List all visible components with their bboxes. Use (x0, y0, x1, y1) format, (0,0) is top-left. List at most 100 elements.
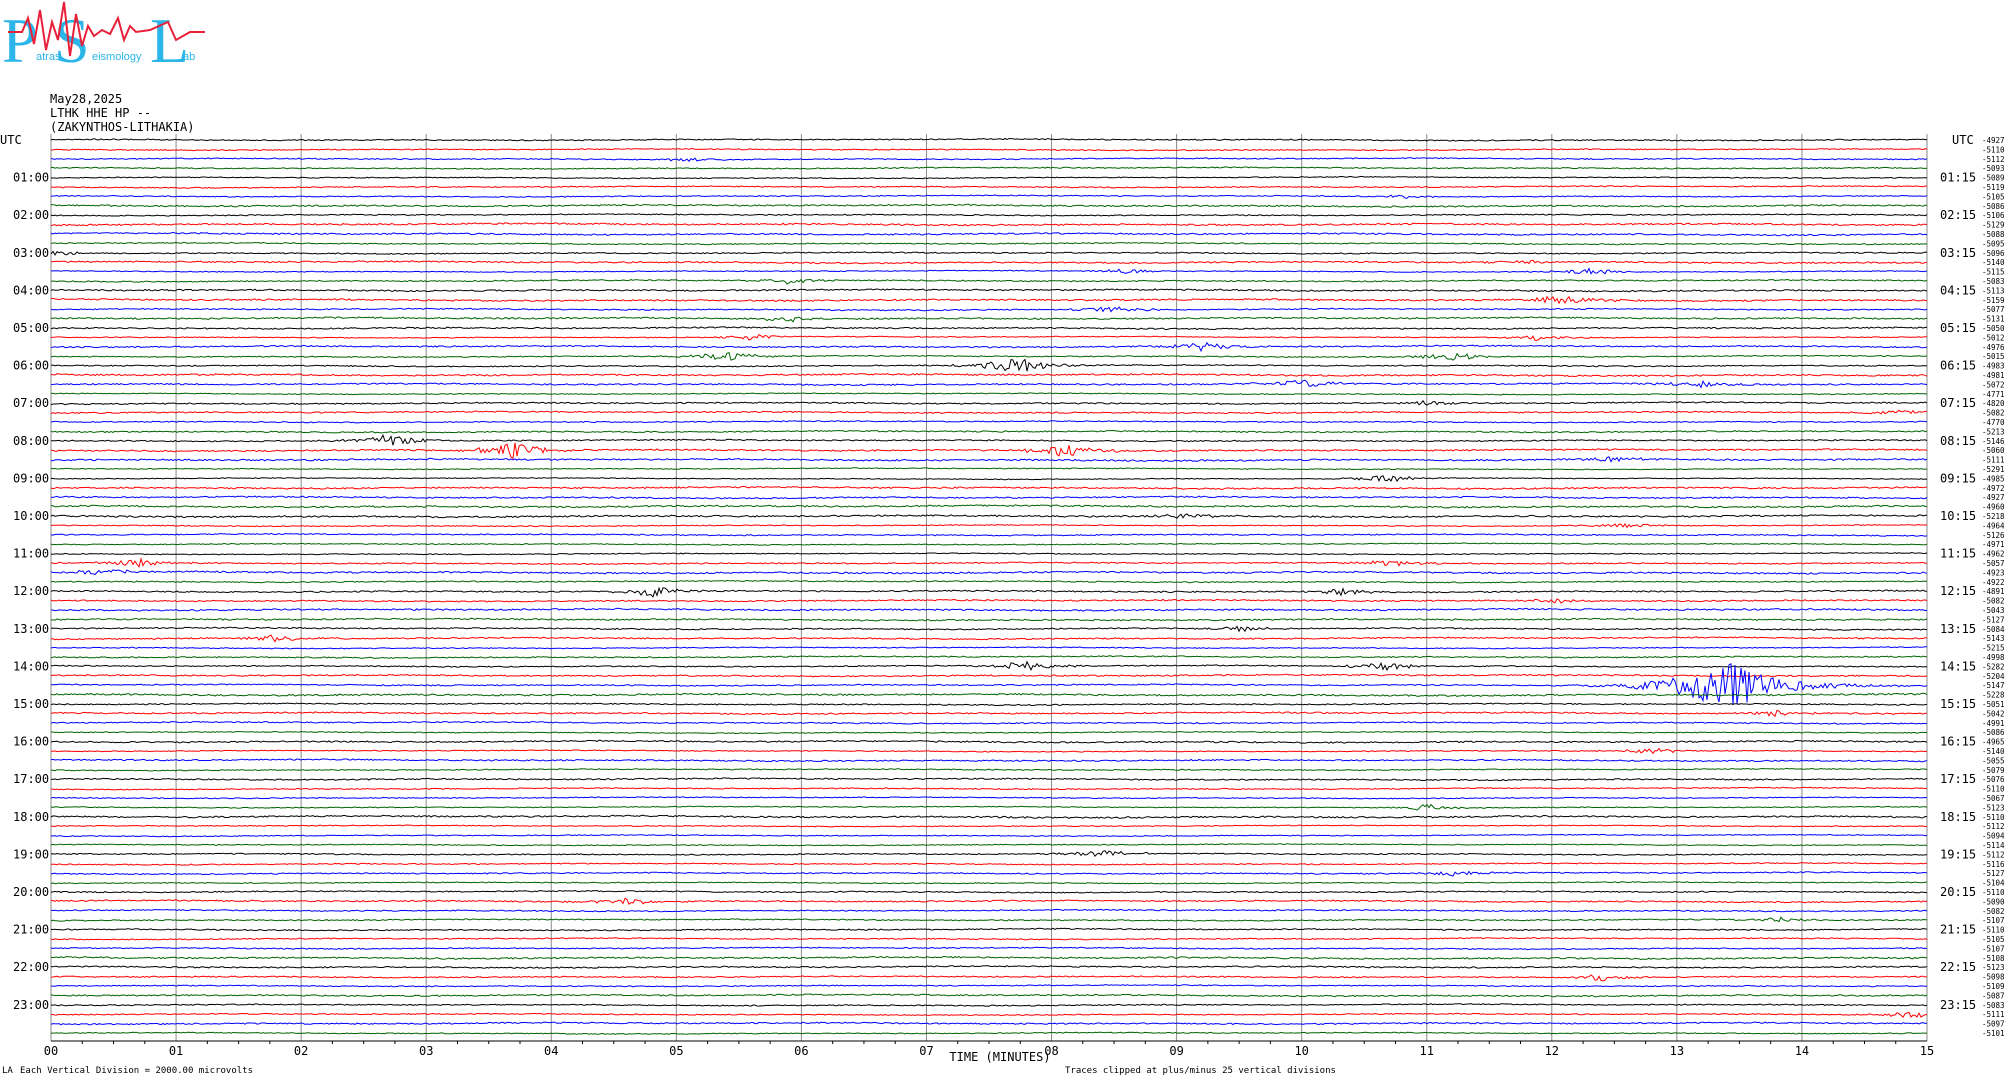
seismic-trace (50, 1011, 1928, 1019)
x-tick-label: 07 (919, 1044, 933, 1058)
seismic-trace (50, 739, 1928, 744)
seismic-trace (50, 222, 1928, 227)
seismic-trace (50, 777, 1928, 782)
trace-offset-label: -5123 (1982, 803, 2005, 812)
trace-offset-label: -5055 (1982, 756, 2005, 765)
trace-offset-label: -5129 (1982, 221, 2005, 230)
trace-offset-label: -5146 (1982, 437, 2005, 446)
seismic-trace (50, 814, 1928, 819)
seismic-trace (50, 889, 1927, 894)
trace-offset-label: -4965 (1982, 738, 2005, 747)
hour-label-left: 11:00 (13, 547, 49, 561)
x-tick-label: 02 (294, 1044, 308, 1058)
trace-offset-label: -4771 (1982, 390, 2005, 399)
seismic-trace (50, 586, 1927, 598)
seismic-trace (50, 955, 1928, 961)
hour-label-right: 02:15 (1940, 208, 1976, 222)
seismic-trace (50, 881, 1928, 885)
seismic-trace (50, 267, 1928, 275)
trace-offset-label: -5097 (1982, 1020, 2005, 1029)
seismic-trace (50, 185, 1928, 189)
seismic-trace (50, 850, 1928, 858)
seismic-trace (50, 442, 1928, 460)
seismic-trace (50, 569, 1928, 576)
trace-offset-label: -5082 (1982, 409, 2005, 418)
trace-offset-label: -4891 (1982, 587, 2005, 596)
seismic-trace (50, 702, 1928, 706)
trace-offset-label: -5042 (1982, 709, 2005, 718)
trace-offset-label: -5140 (1982, 258, 2005, 267)
utc-label-left: UTC (0, 133, 22, 147)
seismic-trace (50, 433, 1928, 446)
hour-label-left: 19:00 (13, 847, 49, 861)
hour-label-right: 06:15 (1940, 359, 1976, 373)
hour-label-left: 16:00 (13, 735, 49, 749)
trace-offset-label: -5127 (1982, 869, 2005, 878)
hour-label-left: 20:00 (13, 885, 49, 899)
trace-offset-label: -5110 (1982, 926, 2005, 935)
hour-label-left: 21:00 (13, 923, 49, 937)
trace-offset-label: -5060 (1982, 446, 2005, 455)
trace-offset-label: -5112 (1982, 850, 2005, 859)
hour-label-right: 08:15 (1940, 434, 1976, 448)
trace-offset-label: -5111 (1982, 456, 2005, 465)
seismic-trace (50, 673, 1928, 678)
trace-offset-label: -5143 (1982, 634, 2005, 643)
seismic-trace (50, 166, 1928, 170)
trace-offset-label: -4976 (1982, 343, 2005, 352)
trace-offset-label: -5043 (1982, 606, 2005, 615)
seismic-trace (50, 231, 1928, 237)
trace-offset-label: -5116 (1982, 860, 2005, 869)
seismic-trace (50, 288, 1928, 293)
hour-label-left: 23:00 (13, 998, 49, 1012)
hour-label-right: 15:15 (1940, 697, 1976, 711)
seismic-trace (50, 552, 1928, 556)
seismic-trace (51, 617, 1928, 622)
trace-offset-label: -5109 (1982, 982, 2005, 991)
trace-offset-label: -5093 (1982, 164, 2005, 173)
seismic-trace (50, 720, 1928, 725)
seismic-trace (50, 1003, 1928, 1007)
hour-label-left: 02:00 (13, 208, 49, 222)
trace-offset-label: -5204 (1982, 672, 2005, 681)
trace-offset-label: -4998 (1982, 653, 2005, 662)
seismic-trace (50, 316, 1928, 323)
trace-offset-label: -4971 (1982, 540, 2005, 549)
seismic-trace (50, 485, 1928, 490)
trace-offset-label: -4962 (1982, 550, 2005, 559)
hour-label-right: 21:15 (1940, 923, 1976, 937)
hour-label-right: 18:15 (1940, 810, 1976, 824)
trace-offset-label: -5131 (1982, 315, 2005, 324)
trace-offset-label: -4983 (1982, 362, 2005, 371)
corner-mark: LA (2, 1066, 13, 1076)
trace-offset-label: -5101 (1982, 1029, 2005, 1038)
seismic-trace (50, 542, 1928, 546)
x-tick-label: 01 (169, 1044, 183, 1058)
trace-offset-label: -4991 (1982, 719, 2005, 728)
seismic-trace (50, 937, 1928, 941)
helicorder-chart: 00 01 02 03 04 05 06 07 08 09 10 11 12 13 14 15TIME (MI… (0, 133, 2005, 1064)
trace-offset-label: -5079 (1982, 766, 2005, 775)
trace-offset-label: -5098 (1982, 973, 2005, 982)
trace-offset-label: -5105 (1982, 192, 2005, 201)
trace-offset-label: -5067 (1982, 794, 2005, 803)
trace-offset-label: -5291 (1982, 465, 2005, 474)
x-tick-label: 09 (1169, 1044, 1183, 1058)
seismic-trace (50, 175, 1928, 180)
hour-label-right: 22:15 (1940, 960, 1976, 974)
seismic-trace (51, 660, 1928, 672)
trace-offset-label: -5012 (1982, 333, 2005, 342)
trace-offset-label: -4964 (1982, 521, 2005, 530)
x-tick-label: 03 (419, 1044, 433, 1058)
seismic-trace (50, 399, 1928, 406)
hour-label-right: 01:15 (1940, 171, 1976, 185)
seismic-trace (50, 250, 1928, 256)
seismic-trace (50, 897, 1928, 906)
seismic-trace (50, 663, 1928, 705)
seismic-trace (50, 927, 1928, 932)
trace-offset-label: -4927 (1982, 493, 2005, 502)
trace-offset-label: -5015 (1982, 352, 2005, 361)
seismic-trace (50, 523, 1928, 529)
trace-offset-label: -5096 (1982, 249, 2005, 258)
hour-label-right: 07:15 (1940, 396, 1976, 410)
